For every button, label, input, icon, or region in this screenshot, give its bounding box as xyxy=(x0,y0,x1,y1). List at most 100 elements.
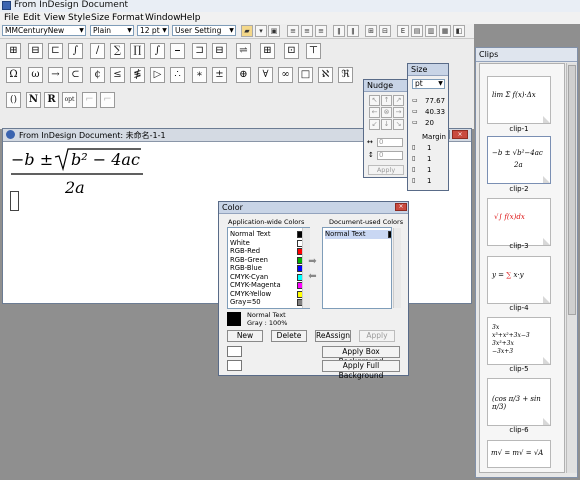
align-center-icon[interactable]: ≡ xyxy=(301,25,313,37)
font-select[interactable]: MMCenturyNew ▼ xyxy=(2,25,86,36)
nudge-y-field[interactable]: 0 xyxy=(377,151,403,160)
palette-disabled-2[interactable]: ⌐ xyxy=(100,92,115,108)
apply-color-button[interactable]: Apply xyxy=(359,330,395,342)
palette-template-4[interactable]: ∫ xyxy=(68,43,83,59)
palette-template-10[interactable]: ⊐ xyxy=(192,43,207,59)
menu-window[interactable]: Window xyxy=(145,13,181,23)
arrow-right-icon[interactable]: ➡ xyxy=(307,257,318,268)
text-e-icon[interactable]: E xyxy=(397,25,409,37)
nudge-left-icon[interactable]: ← xyxy=(369,107,380,118)
palette-set-r[interactable]: R xyxy=(44,92,59,108)
palette-template-2[interactable]: ⊟ xyxy=(28,43,43,59)
color-item[interactable]: CMYK-Magenta xyxy=(230,281,309,290)
grid-icon[interactable]: ▦ xyxy=(439,25,451,37)
align-right-icon[interactable]: ≡ xyxy=(315,25,327,37)
clip-card[interactable]: 3x x³+x²+3x−3 3x³+3x −3x+3 xyxy=(487,317,551,365)
clip-card[interactable]: m√ = m√ = √A xyxy=(487,440,551,468)
columns-icon[interactable]: ▥ xyxy=(425,25,437,37)
color-close-button[interactable]: × xyxy=(395,203,407,211)
width-value[interactable]: 77.67 xyxy=(425,97,445,105)
palette-symbol-8[interactable]: ▷ xyxy=(150,67,165,83)
margin-right-value[interactable]: 1 xyxy=(427,177,431,185)
palette-template-15[interactable]: ⊤ xyxy=(306,43,321,59)
palette-symbol-3[interactable]: → xyxy=(48,67,63,83)
palette-template-7[interactable]: ∏ xyxy=(130,43,145,59)
palette-symbol-14[interactable]: ∞ xyxy=(278,67,293,83)
palette-symbol-5[interactable]: ¢ xyxy=(90,67,105,83)
palette-symbol-10[interactable]: ∗ xyxy=(192,67,207,83)
menu-edit[interactable]: Edit xyxy=(23,13,40,23)
palette-template-3[interactable]: ⊏ xyxy=(48,43,63,59)
open-folder-icon[interactable]: ▰ xyxy=(241,25,253,37)
nudge-x-field[interactable]: 0 xyxy=(377,138,403,147)
menu-help[interactable]: Help xyxy=(180,13,201,23)
menu-style[interactable]: Style xyxy=(68,13,91,23)
palette-opt[interactable]: opt xyxy=(62,92,77,108)
palette-symbol-11[interactable]: ± xyxy=(212,67,227,83)
palette-template-5[interactable]: / xyxy=(90,43,105,59)
palette-symbol-1[interactable]: Ω xyxy=(6,67,21,83)
palette-template-12[interactable]: ⇌ xyxy=(236,43,251,59)
palette-disabled-1[interactable]: ⌐ xyxy=(82,92,97,108)
margin-top-value[interactable]: 1 xyxy=(427,144,431,152)
palette-fence[interactable]: () xyxy=(6,92,21,108)
scroll-thumb[interactable] xyxy=(568,65,576,315)
clip-card[interactable]: (cos π/3 + sin π/3) xyxy=(487,378,551,426)
arrow-left-icon[interactable]: ⬅ xyxy=(307,272,318,283)
palette-template-13[interactable]: ⊞ xyxy=(260,43,275,59)
color-item[interactable]: Gray=50 xyxy=(230,298,309,307)
spacing-alt-icon[interactable]: ǁ xyxy=(347,25,359,37)
nudge-up-icon[interactable]: ↑ xyxy=(381,95,392,106)
palette-template-11[interactable]: ⊟ xyxy=(212,43,227,59)
nudge-up-right-icon[interactable]: ↗ xyxy=(393,95,404,106)
palette-template-9[interactable]: ⎯ xyxy=(170,43,185,59)
doc-colors-list[interactable]: Normal Text xyxy=(322,227,392,309)
palette-template-6[interactable]: ∑ xyxy=(110,43,125,59)
nudge-down-icon[interactable]: ↓ xyxy=(381,119,392,130)
palette-symbol-12[interactable]: ⊕ xyxy=(236,67,251,83)
color-item[interactable]: CMYK-Yellow xyxy=(230,290,309,299)
palette-symbol-4[interactable]: ⊂ xyxy=(68,67,83,83)
palette-template-1[interactable]: ⊞ xyxy=(6,43,21,59)
height-value[interactable]: 40.33 xyxy=(425,108,445,116)
dropdown-arrow-icon[interactable]: ▾ xyxy=(255,25,267,37)
align-left-icon[interactable]: ≡ xyxy=(287,25,299,37)
nudge-reset-icon[interactable]: ⊗ xyxy=(381,107,392,118)
nudge-right-icon[interactable]: → xyxy=(393,107,404,118)
app-colors-scrollbar[interactable] xyxy=(302,228,310,308)
palette-set-n[interactable]: N xyxy=(26,92,41,108)
insert-matrix-icon[interactable]: ⊞ xyxy=(365,25,377,37)
palette-template-8[interactable]: ∫ xyxy=(150,43,165,59)
color-item[interactable]: White xyxy=(230,239,309,248)
doc-colors-scrollbar[interactable] xyxy=(393,228,401,308)
margin-left-value[interactable]: 1 xyxy=(427,166,431,174)
app-colors-list[interactable]: Normal Text White RGB-Red RGB-Green RGB-… xyxy=(227,227,310,309)
color-item[interactable]: RGB-Red xyxy=(230,247,309,256)
empty-slot[interactable] xyxy=(10,191,19,211)
palette-symbol-6[interactable]: ≤ xyxy=(110,67,125,83)
panel-icon[interactable]: ▤ xyxy=(411,25,423,37)
color-item[interactable]: CMYK-Cyan xyxy=(230,273,309,282)
color-item[interactable]: RGB-Green xyxy=(230,256,309,265)
toggle-view-icon[interactable]: ◧ xyxy=(453,25,465,37)
clip-card[interactable]: y = ∑ x·y xyxy=(487,256,551,304)
palette-symbol-9[interactable]: ∴ xyxy=(170,67,185,83)
clip-card-selected[interactable]: −b ± √b²−4ac 2a xyxy=(487,136,551,184)
color-item[interactable]: Normal Text xyxy=(230,230,309,239)
depth-value[interactable]: 20 xyxy=(425,119,434,127)
new-color-button[interactable]: New xyxy=(227,330,263,342)
menu-view[interactable]: View xyxy=(44,13,65,23)
equation[interactable]: −b ± b² − 4ac 2a xyxy=(9,147,149,204)
spacing-icon[interactable]: ǁ xyxy=(333,25,345,37)
palette-symbol-15[interactable]: □ xyxy=(298,67,313,83)
palette-symbol-2[interactable]: ω xyxy=(28,67,43,83)
size-select[interactable]: 12 pt ▼ xyxy=(137,25,169,36)
palette-template-14[interactable]: ⊡ xyxy=(284,43,299,59)
nudge-down-right-icon[interactable]: ↘ xyxy=(393,119,404,130)
clip-card[interactable]: √∫ f(x)dx xyxy=(487,198,551,246)
save-icon[interactable]: ▣ xyxy=(268,25,280,37)
margin-bottom-value[interactable]: 1 xyxy=(427,155,431,163)
reassign-color-button[interactable]: ReAssign xyxy=(315,330,351,342)
matrix-alt-icon[interactable]: ⊟ xyxy=(379,25,391,37)
palette-symbol-16[interactable]: ℵ xyxy=(318,67,333,83)
